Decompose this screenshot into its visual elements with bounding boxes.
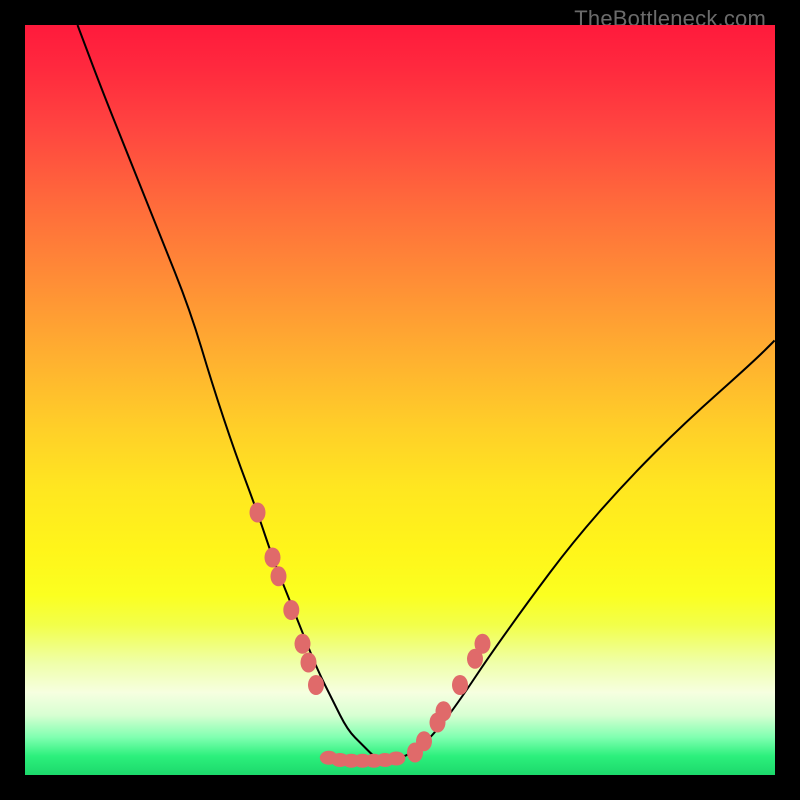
marker-dot <box>436 701 452 721</box>
marker-dot <box>387 752 405 766</box>
plot-area <box>25 25 775 775</box>
marker-dot <box>301 653 317 673</box>
bottleneck-curve <box>78 25 776 760</box>
marker-dot <box>250 503 266 523</box>
marker-dot <box>283 600 299 620</box>
marker-dot <box>308 675 324 695</box>
chart-frame: TheBottleneck.com <box>0 0 800 800</box>
marker-cluster-bottom <box>320 751 406 768</box>
marker-dot <box>271 566 287 586</box>
marker-dot <box>265 548 281 568</box>
marker-dot <box>452 675 468 695</box>
marker-dot <box>475 634 491 654</box>
marker-cluster-left <box>250 503 325 696</box>
marker-dot <box>295 634 311 654</box>
marker-cluster-right <box>407 634 491 763</box>
marker-dot <box>416 731 432 751</box>
curve-svg <box>25 25 775 775</box>
